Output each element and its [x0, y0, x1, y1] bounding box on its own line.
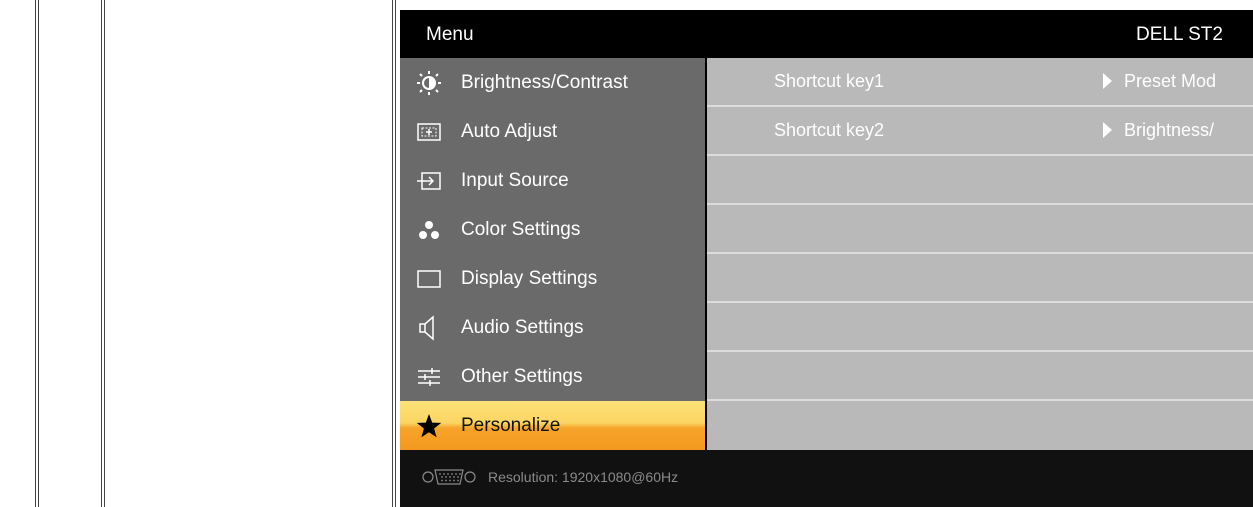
audio-settings-icon: [419, 315, 434, 341]
submenu-row-empty: [707, 303, 1253, 352]
resolution-status: Resolution: 1920x1080@60Hz: [488, 469, 679, 485]
table-border-line: [104, 0, 105, 507]
other-settings-icon: [418, 368, 440, 386]
menu-item-label: Audio Settings: [461, 317, 584, 338]
menu-item-other-settings[interactable]: Other Settings: [400, 352, 705, 401]
brightness-icon: [417, 71, 441, 95]
table-border-line: [101, 0, 102, 507]
menu-title: Menu: [426, 24, 474, 45]
submenu-row-empty: [707, 205, 1253, 254]
table-border-line: [38, 0, 39, 507]
submenu-row-value: Preset Mod: [1124, 71, 1217, 91]
osd-window: Menu DELL ST2 Brightness/Contrast Auto A…: [400, 10, 1253, 507]
menu-item-label: Auto Adjust: [461, 121, 558, 142]
auto-adjust-icon: [417, 123, 441, 141]
table-border-line: [395, 0, 396, 507]
menu-item-brightness-contrast[interactable]: Brightness/Contrast: [400, 58, 705, 107]
menu-item-personalize[interactable]: Personalize: [400, 401, 705, 450]
menu-item-label: Display Settings: [461, 268, 598, 289]
menu-item-label: Brightness/Contrast: [461, 72, 628, 93]
menu-item-label: Other Settings: [461, 366, 583, 387]
submenu-row-label: Shortcut key2: [774, 120, 885, 140]
submenu-row-empty: [707, 352, 1253, 401]
menu-item-display-settings[interactable]: Display Settings: [400, 254, 705, 303]
menu-item-auto-adjust[interactable]: Auto Adjust: [400, 107, 705, 156]
submenu-row-empty: [707, 401, 1253, 448]
submenu-panel: Shortcut key1 Preset Mod Shortcut key2 B…: [707, 58, 1253, 450]
menu-item-label: Input Source: [461, 170, 569, 191]
submenu-row-shortcut-key2[interactable]: Shortcut key2 Brightness/: [707, 107, 1253, 156]
submenu-row-empty: [707, 254, 1253, 303]
display-settings-icon: [417, 270, 441, 288]
menu-item-audio-settings[interactable]: Audio Settings: [400, 303, 705, 352]
star-icon: [416, 414, 442, 438]
menu-list: Brightness/Contrast Auto Adjust Input So…: [400, 58, 705, 450]
menu-item-label: Color Settings: [461, 219, 581, 240]
osd-footer: Resolution: 1920x1080@60Hz: [400, 450, 1253, 507]
monitor-model: DELL ST2: [1136, 24, 1223, 45]
submenu-row-label: Shortcut key1: [774, 71, 885, 91]
menu-item-label: Personalize: [461, 415, 561, 436]
input-source-icon: [417, 172, 441, 190]
arrow-right-icon: [1103, 122, 1112, 138]
submenu-row-shortcut-key1[interactable]: Shortcut key1 Preset Mod: [707, 58, 1253, 107]
arrow-right-icon: [1103, 73, 1112, 89]
vga-connector-icon: [422, 469, 476, 485]
table-border-line: [35, 0, 36, 507]
menu-item-input-source[interactable]: Input Source: [400, 156, 705, 205]
submenu-row-value: Brightness/: [1124, 120, 1215, 140]
table-border-line: [392, 0, 393, 507]
submenu-row-empty: [707, 156, 1253, 205]
osd-header: Menu DELL ST2: [400, 10, 1253, 58]
color-settings-icon: [419, 221, 439, 239]
menu-item-color-settings[interactable]: Color Settings: [400, 205, 705, 254]
